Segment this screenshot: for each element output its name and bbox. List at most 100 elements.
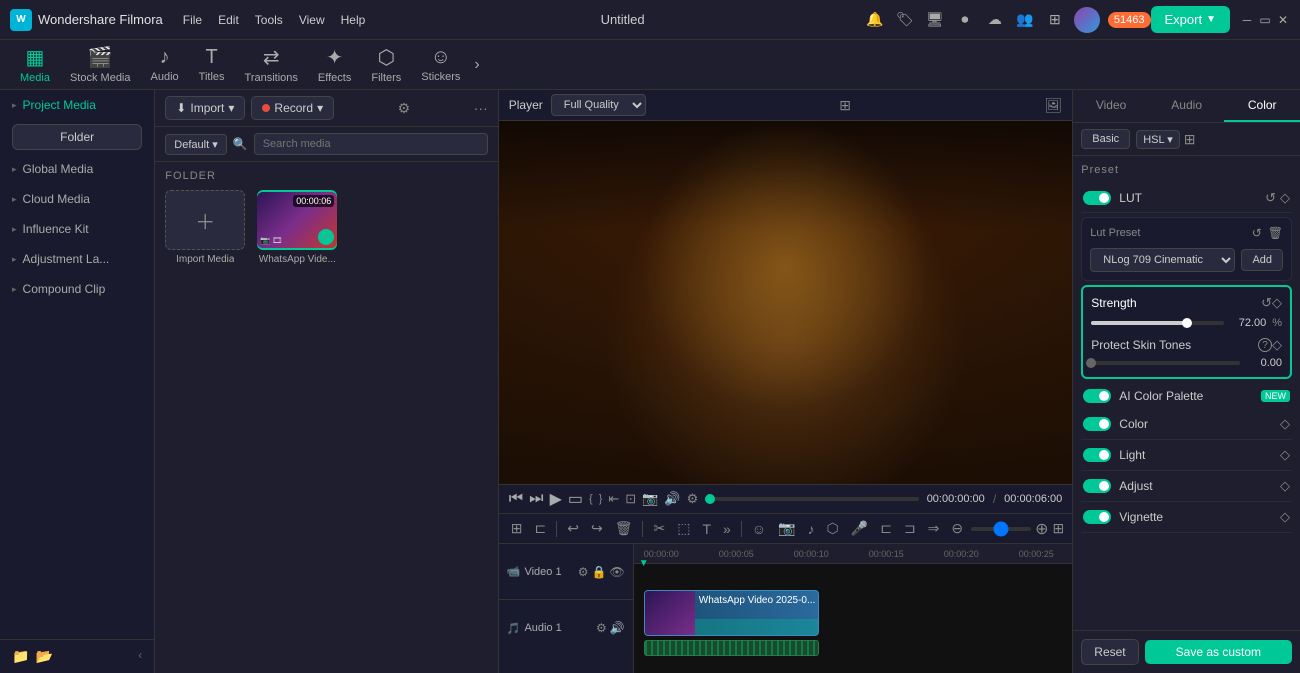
tl-emoji-icon[interactable]: ☺ [748, 519, 770, 539]
mark-out-icon[interactable]: } [599, 493, 603, 505]
tl-text-icon[interactable]: T [698, 519, 715, 539]
lut-toggle[interactable] [1083, 191, 1111, 205]
menu-view[interactable]: View [299, 13, 325, 27]
toolbar-effects[interactable]: ✦ Effects [308, 41, 361, 88]
tl-more-icon[interactable]: » [719, 519, 735, 539]
adjust-diamond-icon[interactable]: ◇ [1280, 478, 1290, 494]
tl-redo-icon[interactable]: ↪ [587, 518, 607, 539]
strength-diamond-icon[interactable]: ◇ [1272, 295, 1282, 311]
collapse-panel-icon[interactable]: ‹ [138, 648, 142, 665]
lut-reset-icon[interactable]: ↺ [1265, 190, 1276, 206]
cloud-icon[interactable]: ☁ [984, 9, 1006, 31]
toolbar-titles[interactable]: T Titles [189, 42, 235, 87]
add-folder-icon[interactable]: 📁 [12, 648, 29, 665]
tl-crop-icon[interactable]: ⬚ [673, 518, 694, 539]
close-button[interactable]: ✕ [1276, 13, 1290, 27]
community-icon[interactable]: 👥 [1014, 9, 1036, 31]
tab-video[interactable]: Video [1073, 90, 1149, 122]
tl-magnet-icon[interactable]: ⊏ [530, 518, 550, 539]
nav-influence-kit[interactable]: ▸ Influence Kit [0, 214, 154, 244]
color-toggle[interactable] [1083, 417, 1111, 431]
tl-zoom-slider[interactable] [971, 527, 1031, 531]
tl-merge-icon[interactable]: ⊏ [876, 518, 896, 539]
menu-edit[interactable]: Edit [218, 13, 239, 27]
import-button[interactable]: ⬇ Import ▾ [165, 96, 245, 120]
lut-add-button[interactable]: Add [1241, 249, 1283, 271]
grid-apps-icon[interactable]: ⊞ [1044, 9, 1066, 31]
save-custom-button[interactable]: Save as custom [1145, 640, 1292, 664]
protect-slider[interactable] [1091, 361, 1240, 365]
nav-cloud-media[interactable]: ▸ Cloud Media [0, 184, 154, 214]
whatsapp-video-item[interactable]: 00:00:06 📷 🎞 ✓ WhatsApp Vide... [257, 190, 337, 265]
record-button[interactable]: Record ▾ [251, 96, 334, 120]
lut-preset-select[interactable]: NLog 709 Cinematic [1090, 248, 1235, 272]
hsl-adjust-icon[interactable]: ⊞ [1184, 131, 1196, 148]
audio-track-settings-icon[interactable]: ⚙ [596, 621, 607, 635]
tl-camera-icon[interactable]: 📷 [774, 518, 799, 539]
export-button[interactable]: Export ▼ [1151, 6, 1230, 33]
toolbar-stickers[interactable]: ☺ Stickers [411, 42, 470, 87]
toolbar-transitions[interactable]: ⇄ Transitions [235, 41, 308, 88]
vignette-diamond-icon[interactable]: ◇ [1280, 509, 1290, 525]
tl-cut-icon[interactable]: ✂ [649, 518, 669, 539]
menu-tools[interactable]: Tools [255, 13, 283, 27]
camera-snapshot-icon[interactable]: 📷 [642, 491, 658, 507]
nav-project-media[interactable]: ▸ Project Media [0, 90, 154, 120]
search-input[interactable] [254, 133, 488, 155]
tl-split-icon[interactable]: ⊐ [900, 518, 920, 539]
minimize-button[interactable]: ─ [1240, 13, 1254, 27]
frame-back-icon[interactable]: ⏭ [529, 490, 543, 508]
toolbar-audio[interactable]: ♪ Audio [141, 42, 189, 87]
import-media-item[interactable]: ＋ Import Media [165, 190, 245, 265]
lut-diamond-icon[interactable]: ◇ [1280, 190, 1290, 206]
skip-back-icon[interactable]: ⏮ [509, 490, 523, 508]
full-screen-preview-icon[interactable]: ⊡ [625, 491, 636, 507]
tl-undo-icon[interactable]: ↩ [563, 518, 583, 539]
filter-icon[interactable]: ⚙ [398, 100, 411, 117]
tl-grid-icon[interactable]: ⊞ [1053, 520, 1065, 537]
color-diamond-icon[interactable]: ◇ [1280, 416, 1290, 432]
track-lock-icon[interactable]: 🔒 [592, 565, 607, 579]
menu-help[interactable]: Help [341, 13, 366, 27]
maximize-button[interactable]: ▭ [1258, 13, 1272, 27]
reset-button[interactable]: Reset [1081, 639, 1138, 665]
lut-delete-icon[interactable]: 🗑 [1268, 226, 1283, 240]
badge-icon[interactable]: 🏷 [894, 9, 916, 31]
ai-toggle[interactable] [1083, 389, 1111, 403]
basic-button[interactable]: Basic [1081, 129, 1130, 149]
tab-audio[interactable]: Audio [1149, 90, 1225, 122]
screen-record-icon[interactable]: ⏺ [954, 9, 976, 31]
light-diamond-icon[interactable]: ◇ [1280, 447, 1290, 463]
quality-select[interactable]: Full Quality Half Quality [551, 94, 646, 116]
strength-slider[interactable] [1091, 321, 1224, 325]
extract-audio-icon[interactable]: ⇤ [608, 491, 619, 507]
toolbar-media[interactable]: ▦ Media [10, 41, 60, 88]
hsl-select-button[interactable]: HSL ▾ [1136, 130, 1180, 149]
monitor-icon[interactable]: 🖥 [924, 9, 946, 31]
track-visible-icon[interactable]: 👁 [610, 565, 625, 579]
tl-delete-icon[interactable]: 🗑 [611, 518, 637, 539]
tl-minus-icon[interactable]: ⊖ [947, 518, 967, 539]
user-avatar[interactable] [1074, 7, 1100, 33]
video-clip[interactable]: WhatsApp Video 2025-0... [644, 590, 819, 636]
snapshot-icon[interactable]: 🖼 [1045, 97, 1063, 114]
tab-color[interactable]: Color [1224, 90, 1300, 122]
protect-help-icon[interactable]: ? [1258, 338, 1272, 352]
playback-progress-bar[interactable] [706, 497, 918, 501]
grid-view-icon[interactable]: ⊞ [839, 97, 851, 114]
notification-icon[interactable]: 🔔 [864, 9, 886, 31]
lut-preset-reset-icon[interactable]: ↺ [1252, 226, 1262, 240]
audio-clip[interactable] [644, 640, 819, 656]
volume-icon[interactable]: 🔊 [664, 491, 680, 507]
mark-in-icon[interactable]: { [589, 493, 593, 505]
nav-adjustment-layer[interactable]: ▸ Adjustment La... [0, 244, 154, 274]
track-settings-icon[interactable]: ⚙ [578, 565, 589, 579]
tl-shield-icon[interactable]: ⬡ [823, 518, 843, 539]
menu-file[interactable]: File [183, 13, 202, 27]
tl-audio-icon[interactable]: ♪ [804, 519, 819, 539]
default-select-button[interactable]: Default ▾ [165, 134, 226, 155]
aspect-ratio-icon[interactable]: ▭ [568, 489, 583, 509]
light-toggle[interactable] [1083, 448, 1111, 462]
tl-mic-icon[interactable]: 🎤 [847, 518, 872, 539]
more-player-options-icon[interactable]: ⚙ [687, 491, 699, 507]
